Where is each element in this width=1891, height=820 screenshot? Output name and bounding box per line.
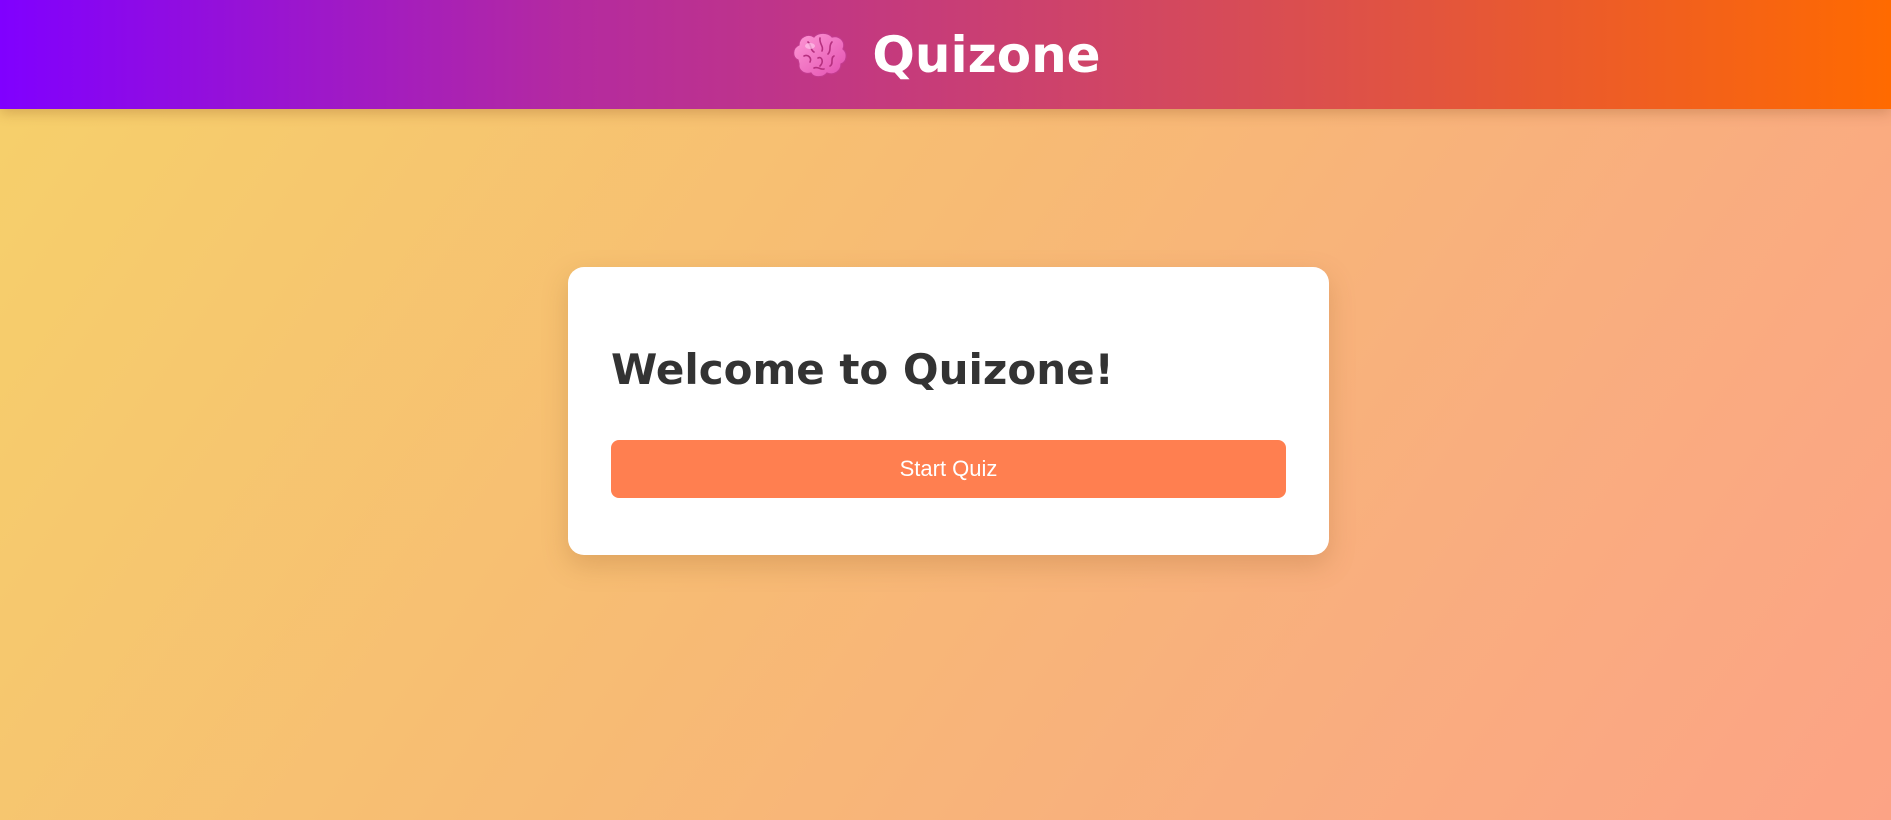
welcome-card: Welcome to Quizone! Start Quiz — [568, 267, 1329, 555]
brand-title: Quizone — [872, 25, 1101, 84]
start-quiz-button[interactable]: Start Quiz — [611, 440, 1286, 498]
welcome-heading: Welcome to Quizone! — [611, 345, 1114, 394]
brain-icon — [790, 30, 848, 80]
app-header: Quizone — [0, 0, 1891, 109]
